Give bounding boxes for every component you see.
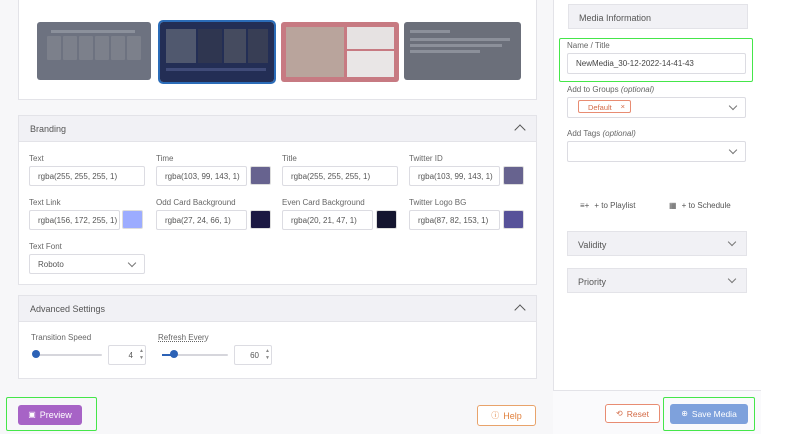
preview-button[interactable]: ▣ Preview xyxy=(18,405,82,425)
reset-button[interactable]: ⟲ Reset xyxy=(605,404,660,423)
text-link-color-swatch[interactable] xyxy=(122,210,143,229)
transition-speed-stepper[interactable]: 4 ▲ ▼ xyxy=(108,345,146,365)
template-thumb-1[interactable] xyxy=(37,22,151,80)
advanced-settings-title: Advanced Settings xyxy=(30,304,106,314)
time-color-label: Time xyxy=(156,154,174,163)
add-to-playlist-link[interactable]: ≡+ + to Playlist xyxy=(580,201,635,210)
media-information-header: Media Information xyxy=(568,4,748,29)
chevron-down-icon xyxy=(727,237,737,247)
twitter-id-color-label: Twitter ID xyxy=(409,154,443,163)
advanced-settings-header[interactable]: Advanced Settings xyxy=(19,296,536,322)
add-to-schedule-link[interactable]: ▦ + to Schedule xyxy=(669,201,731,210)
text-link-color-input[interactable]: rgba(156, 172, 255, 1) xyxy=(29,210,120,230)
add-to-playlist-label: + to Playlist xyxy=(594,201,636,210)
odd-card-bg-input[interactable]: rgba(27, 24, 66, 1) xyxy=(156,210,247,230)
transition-speed-value: 4 xyxy=(128,351,133,360)
name-title-input[interactable]: NewMedia_30-12-2022-14-41-43 xyxy=(567,53,746,74)
sidebar-right-strip xyxy=(761,0,800,434)
group-tag-label: Default xyxy=(588,103,612,112)
title-color-label: Title xyxy=(282,154,297,163)
transition-speed-handle[interactable] xyxy=(32,350,40,358)
stepper-arrows-icon[interactable]: ▲ ▼ xyxy=(265,348,270,362)
template-thumb-2-selected[interactable] xyxy=(158,20,276,84)
chevron-down-icon xyxy=(727,274,737,284)
plus-circle-icon: ⊕ xyxy=(681,409,688,418)
save-media-button[interactable]: ⊕ Save Media xyxy=(670,404,748,424)
twitter-logo-bg-label: Twitter Logo BG xyxy=(409,198,467,207)
twitter-id-color-input[interactable]: rgba(103, 99, 143, 1) xyxy=(409,166,500,186)
help-label: Help xyxy=(503,410,522,421)
title-color-input[interactable]: rgba(255, 255, 255, 1) xyxy=(282,166,398,186)
save-media-label: Save Media xyxy=(691,409,737,419)
text-color-input[interactable]: rgba(255, 255, 255, 1) xyxy=(29,166,145,186)
editor-area: Branding Text rgba(255, 255, 255, 1) Tim… xyxy=(0,0,552,434)
preview-label: Preview xyxy=(39,410,72,420)
chevron-up-icon[interactable] xyxy=(514,304,526,316)
odd-card-bg-label: Odd Card Background xyxy=(156,198,236,207)
text-color-label: Text xyxy=(29,154,44,163)
template-thumb-3[interactable] xyxy=(281,22,399,82)
transition-speed-track[interactable] xyxy=(34,354,102,356)
add-to-groups-text: Add to Groups xyxy=(567,85,619,94)
add-tags-label: Add Tags (optional) xyxy=(567,129,636,138)
advanced-settings-panel: Advanced Settings xyxy=(18,295,537,379)
template-thumbnails xyxy=(18,0,537,100)
add-tags-select[interactable] xyxy=(567,141,746,162)
save-icon: ▣ xyxy=(28,410,36,419)
template-thumb-4[interactable] xyxy=(404,22,521,80)
chevron-up-icon[interactable] xyxy=(514,124,526,136)
priority-accordion[interactable]: Priority xyxy=(567,268,747,293)
transition-speed-label: Transition Speed xyxy=(31,333,92,342)
twitter-id-color-swatch[interactable] xyxy=(503,166,524,185)
even-card-bg-swatch[interactable] xyxy=(376,210,397,229)
reset-icon: ⟲ xyxy=(616,408,623,418)
priority-label: Priority xyxy=(578,277,607,287)
chevron-down-icon xyxy=(728,145,738,155)
text-font-value: Roboto xyxy=(38,260,64,269)
add-to-schedule-label: + to Schedule xyxy=(681,201,731,210)
reset-label: Reset xyxy=(626,408,649,419)
time-color-swatch[interactable] xyxy=(250,166,271,185)
text-font-select[interactable]: Roboto xyxy=(29,254,145,274)
refresh-every-label: Refresh Every xyxy=(158,333,209,342)
even-card-bg-label: Even Card Background xyxy=(282,198,365,207)
refresh-every-stepper[interactable]: 60 ▲ ▼ xyxy=(234,345,272,365)
even-card-bg-input[interactable]: rgba(20, 21, 47, 1) xyxy=(282,210,373,230)
text-font-label: Text Font xyxy=(29,242,62,251)
branding-panel-header[interactable]: Branding xyxy=(19,116,536,142)
add-to-groups-label: Add to Groups (optional) xyxy=(567,85,654,94)
help-circle-icon: ⓘ xyxy=(491,410,500,420)
group-tag-default[interactable]: Default × xyxy=(578,100,631,113)
branding-title: Branding xyxy=(30,124,67,134)
add-to-groups-optional: (optional) xyxy=(620,85,655,94)
close-icon[interactable]: × xyxy=(621,102,625,111)
text-link-color-label: Text Link xyxy=(29,198,61,207)
stepper-arrows-icon[interactable]: ▲ ▼ xyxy=(139,348,144,362)
chevron-down-icon xyxy=(728,101,738,111)
chevron-down-icon xyxy=(127,258,137,268)
validity-accordion[interactable]: Validity xyxy=(567,231,747,256)
twitter-logo-bg-swatch[interactable] xyxy=(503,210,524,229)
refresh-every-handle[interactable] xyxy=(170,350,178,358)
refresh-every-value: 60 xyxy=(250,351,259,360)
twitter-logo-bg-input[interactable]: rgba(87, 82, 153, 1) xyxy=(409,210,500,230)
validity-label: Validity xyxy=(578,240,607,250)
name-title-label: Name / Title xyxy=(567,41,610,50)
odd-card-bg-swatch[interactable] xyxy=(250,210,271,229)
playlist-add-icon: ≡+ xyxy=(580,200,590,210)
time-color-input[interactable]: rgba(103, 99, 143, 1) xyxy=(156,166,247,186)
help-button[interactable]: ⓘ Help xyxy=(477,405,536,426)
add-tags-text: Add Tags xyxy=(567,129,601,138)
add-tags-optional: (optional) xyxy=(602,129,636,138)
calendar-clock-icon: ▦ xyxy=(669,200,677,210)
